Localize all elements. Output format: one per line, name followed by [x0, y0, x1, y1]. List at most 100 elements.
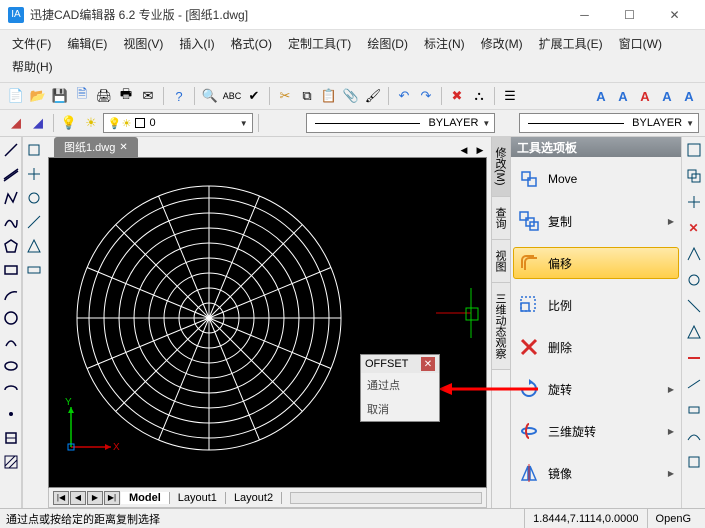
lt-1-icon[interactable]	[25, 141, 43, 159]
point-icon[interactable]	[2, 405, 20, 423]
explode-icon[interactable]: ⛬	[469, 86, 489, 106]
menu-help[interactable]: 帮助(H)	[4, 55, 61, 78]
vtab-inquiry[interactable]: 查询	[492, 197, 510, 240]
tab-first-icon[interactable]: |◀	[53, 491, 69, 505]
doc-tab-active[interactable]: 图纸1.dwg ✕	[54, 137, 138, 157]
textstyle-a1-icon[interactable]: A	[591, 86, 611, 106]
ellipse-icon[interactable]	[2, 357, 20, 375]
drawing-canvas[interactable]: X Y	[48, 157, 487, 488]
layer-freeze-icon[interactable]: ☀	[81, 113, 101, 133]
linetype-combo[interactable]: BYLAYER ▼	[306, 113, 496, 133]
h-scrollbar[interactable]	[290, 492, 482, 504]
palette-item-delete[interactable]: 删除	[513, 331, 679, 363]
lt-3-icon[interactable]	[25, 189, 43, 207]
help-icon[interactable]: ?	[169, 86, 189, 106]
line-icon[interactable]	[2, 141, 20, 159]
menu-draw[interactable]: 绘图(D)	[359, 32, 416, 55]
rc-5-icon[interactable]	[685, 245, 703, 263]
rc-12-icon[interactable]	[685, 427, 703, 445]
undo-icon[interactable]: ↶	[394, 86, 414, 106]
menu-insert[interactable]: 插入(I)	[171, 32, 222, 55]
minimize-button[interactable]: ─	[562, 0, 607, 30]
vtab-modify[interactable]: 修改(M)	[492, 137, 510, 197]
layer-states-icon[interactable]: ◢	[28, 113, 48, 133]
copy-icon[interactable]: ⧉	[297, 86, 317, 106]
email-icon[interactable]: ✉	[138, 86, 158, 106]
find-icon[interactable]: 🔍	[200, 86, 220, 106]
rc-2-icon[interactable]	[685, 167, 703, 185]
matchprop-icon[interactable]: 🖌	[363, 86, 383, 106]
menu-view[interactable]: 视图(V)	[115, 32, 171, 55]
arc-icon[interactable]	[2, 285, 20, 303]
erase-icon[interactable]: ✖	[447, 86, 467, 106]
save-icon[interactable]: 💾	[50, 86, 70, 106]
popup-item-cancel[interactable]: 取消	[361, 397, 439, 421]
menu-window[interactable]: 窗口(W)	[611, 32, 670, 55]
menu-edit[interactable]: 编辑(E)	[59, 32, 115, 55]
menu-custom-tools[interactable]: 定制工具(T)	[280, 32, 359, 55]
textstyle-a2-icon[interactable]: A	[613, 86, 633, 106]
cut-icon[interactable]: ✂	[275, 86, 295, 106]
layer-combo[interactable]: 💡☀ 0 ▼	[103, 113, 253, 133]
polygon-icon[interactable]	[2, 237, 20, 255]
maximize-button[interactable]: ☐	[607, 0, 652, 30]
layer-on-icon[interactable]: 💡	[59, 113, 79, 133]
redo-icon[interactable]: ↷	[416, 86, 436, 106]
lt-4-icon[interactable]	[25, 213, 43, 231]
circle-icon[interactable]	[2, 309, 20, 327]
menu-modify[interactable]: 修改(M)	[473, 32, 531, 55]
saveall-icon[interactable]: 🗎	[72, 86, 92, 106]
tab-next-icon[interactable]: ▶	[473, 143, 487, 157]
print-icon[interactable]: 🖶	[116, 86, 136, 106]
palette-item-move[interactable]: Move	[513, 163, 679, 195]
ellipsearc-icon[interactable]	[2, 381, 20, 399]
rectangle-icon[interactable]	[2, 261, 20, 279]
open-file-icon[interactable]: 📂	[28, 86, 48, 106]
layout-tab-model[interactable]: Model	[121, 492, 170, 504]
hatch2-icon[interactable]	[2, 453, 20, 471]
lt-6-icon[interactable]	[25, 261, 43, 279]
lt-2-icon[interactable]	[25, 165, 43, 183]
tab-last-icon[interactable]: ▶|	[104, 491, 120, 505]
rc-3-icon[interactable]	[685, 193, 703, 211]
rc-13-icon[interactable]	[685, 453, 703, 471]
vtab-3dorbit[interactable]: 三维动态观察	[492, 283, 510, 370]
popup-close-icon[interactable]: ✕	[421, 357, 435, 371]
properties-icon[interactable]: ☰	[500, 86, 520, 106]
new-file-icon[interactable]: 📄	[6, 86, 26, 106]
palette-item-scale[interactable]: 比例	[513, 289, 679, 321]
polyline-icon[interactable]	[2, 189, 20, 207]
palette-item-copy[interactable]: 复制 ▶	[513, 205, 679, 237]
xline-icon[interactable]	[2, 165, 20, 183]
vtab-view[interactable]: 视图	[492, 240, 510, 283]
textstyle-a5-icon[interactable]: A	[679, 86, 699, 106]
layout-tab-2[interactable]: Layout2	[226, 492, 282, 504]
spline-icon[interactable]	[2, 213, 20, 231]
doc-tab-close-icon[interactable]: ✕	[119, 142, 127, 153]
preview-icon[interactable]: 🖨	[94, 86, 114, 106]
proof-icon[interactable]: ✔	[244, 86, 264, 106]
menu-extend-tools[interactable]: 扩展工具(E)	[531, 32, 611, 55]
tab-prev-icon[interactable]: ◀	[457, 143, 471, 157]
layout-tab-1[interactable]: Layout1	[170, 492, 226, 504]
menu-dimension[interactable]: 标注(N)	[416, 32, 473, 55]
menu-format[interactable]: 格式(O)	[223, 32, 280, 55]
lineweight-combo[interactable]: BYLAYER ▼	[519, 113, 699, 133]
palette-item-offset[interactable]: 偏移	[513, 247, 679, 279]
paste-icon[interactable]: 📋	[319, 86, 339, 106]
rc-1-icon[interactable]	[685, 141, 703, 159]
lt-5-icon[interactable]	[25, 237, 43, 255]
arc2-icon[interactable]	[2, 333, 20, 351]
palette-item-rotate[interactable]: 旋转 ▶	[513, 373, 679, 405]
palette-item-3drotate[interactable]: 三维旋转 ▶	[513, 415, 679, 447]
tab-fwd-icon[interactable]: ▶	[87, 491, 103, 505]
rc-11-icon[interactable]	[685, 401, 703, 419]
textstyle-a3-icon[interactable]: A	[635, 86, 655, 106]
textstyle-a4-icon[interactable]: A	[657, 86, 677, 106]
palette-item-mirror[interactable]: 镜像 ▶	[513, 457, 679, 489]
popup-item-through[interactable]: 通过点	[361, 373, 439, 397]
rc-9-icon[interactable]	[685, 349, 703, 367]
rc-4-icon[interactable]: ✕	[685, 219, 703, 237]
rc-8-icon[interactable]	[685, 323, 703, 341]
rc-6-icon[interactable]	[685, 271, 703, 289]
